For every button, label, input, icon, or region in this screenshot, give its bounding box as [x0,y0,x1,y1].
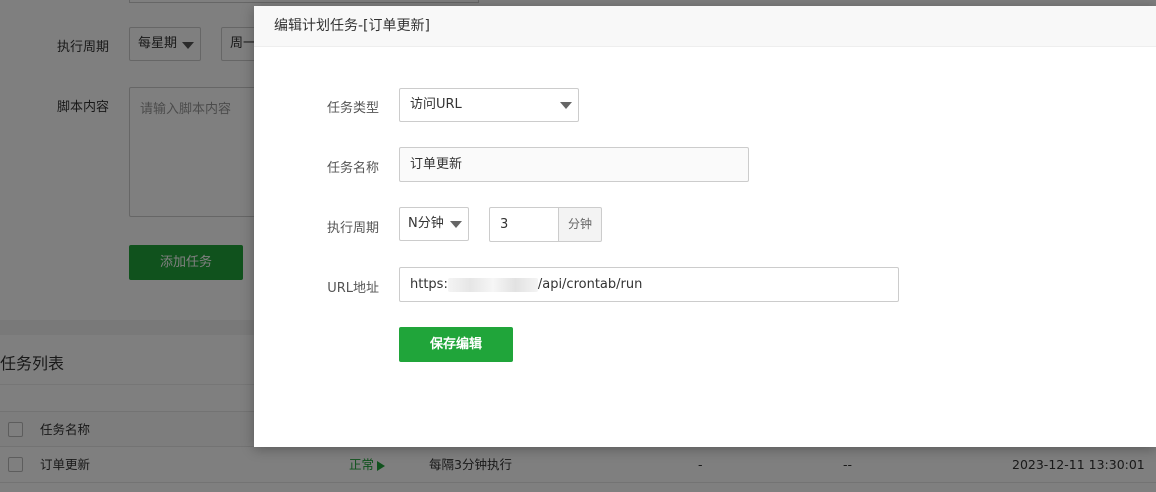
url-suffix: /api/crontab/run [537,277,643,292]
task-name-label: 任务名称 [326,161,379,176]
task-name-input[interactable]: 订单更新 [399,147,749,182]
cycle-number-value: 3 [500,217,509,232]
redacted-domain [447,277,538,292]
cycle-unit-addon: 分钟 [558,207,603,242]
url-label: URL地址 [327,281,379,296]
cycle-type-value: N分钟 [408,216,444,231]
url-prefix: https: [410,277,448,292]
save-edit-button[interactable]: 保存编辑 [399,327,513,362]
url-input[interactable]: https: /api/crontab/run [399,267,899,302]
task-type-label: 任务类型 [326,101,379,116]
task-type-select[interactable]: 访问URL [399,88,579,122]
chevron-down-icon [450,221,462,228]
modal-title: 编辑计划任务-[订单更新] [254,6,1156,47]
chevron-down-icon [560,102,572,109]
cycle-number-input[interactable]: 3 [489,207,559,242]
task-name-value: 订单更新 [410,157,463,172]
edit-task-modal: 编辑计划任务-[订单更新] 任务类型 访问URL 任务名称 订单更新 执行周期 … [254,6,1156,447]
cycle-label: 执行周期 [326,221,379,236]
task-type-value: 访问URL [410,97,462,112]
cycle-type-select[interactable]: N分钟 [399,207,469,241]
